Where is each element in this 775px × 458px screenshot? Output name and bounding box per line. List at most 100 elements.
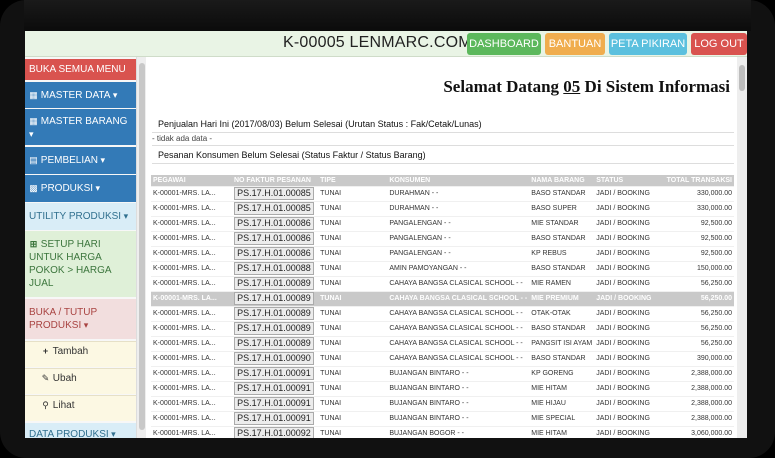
cell-tipe: TUNAI — [318, 335, 388, 351]
sidebar-item-produksi[interactable]: ▩ PRODUKSI — [25, 175, 136, 202]
cell-no-faktur: PS.17.H.01.00089 — [231, 305, 319, 321]
data-produksi-label: DATA PRODUKSI — [29, 429, 116, 438]
screen: K-00005 LENMARC.COM DASHBOARD BANTUAN PE… — [25, 31, 747, 438]
cell-tipe: TUNAI — [318, 275, 388, 291]
peta-pikiran-button[interactable]: PETA PIKIRAN — [609, 33, 687, 55]
sidebar-item-setup-hari[interactable]: ⊞ SETUP HARI UNTUK HARGA POKOK > HARGA J… — [25, 231, 136, 297]
faktur-button[interactable]: PS.17.H.01.00086 — [233, 217, 314, 230]
cell-pegawai: K-00001-MRS. LA... — [151, 245, 232, 261]
main-scrollbar-thumb[interactable] — [739, 65, 745, 91]
cell-total: 56,250.00 — [661, 320, 734, 336]
divider — [152, 145, 734, 146]
cell-tipe: TUNAI — [318, 230, 388, 246]
sidebar-item-data-produksi[interactable]: DATA PRODUKSI — [25, 423, 136, 438]
cell-konsumen: BUJANGAN BINTARO - - — [387, 410, 530, 426]
top-bar: K-00005 LENMARC.COM DASHBOARD BANTUAN PE… — [25, 31, 747, 57]
cell-no-faktur: PS.17.H.01.00085 — [231, 185, 319, 201]
cell-tipe: TUNAI — [318, 410, 388, 426]
faktur-button[interactable]: PS.17.H.01.00089 — [233, 322, 314, 335]
cell-status: JADI / BOOKING — [594, 365, 662, 381]
cell-total: 330,000.00 — [661, 185, 734, 201]
cell-tipe: TUNAI — [318, 290, 388, 306]
cell-no-faktur: PS.17.H.01.00091 — [231, 410, 319, 426]
logout-button[interactable]: LOG OUT — [691, 33, 747, 55]
faktur-button[interactable]: PS.17.H.01.00091 — [233, 382, 314, 395]
sidebar-item-pembelian[interactable]: ▤ PEMBELIAN — [25, 147, 136, 174]
faktur-button[interactable]: PS.17.H.01.00091 — [233, 367, 314, 380]
faktur-button[interactable]: PS.17.H.01.00089 — [233, 277, 314, 290]
table-row: K-00001-MRS. LA... PS.17.H.01.00085 TUNAI D… — [151, 200, 734, 216]
cell-total: 56,250.00 — [661, 290, 734, 306]
cell-tipe: TUNAI — [318, 350, 388, 366]
device-bezel — [24, 0, 751, 31]
ubah-label: Ubah — [52, 373, 77, 384]
cell-status: JADI / BOOKING — [594, 260, 662, 276]
faktur-button[interactable]: PS.17.H.01.00086 — [233, 247, 314, 260]
cell-status: JADI / BOOKING — [594, 395, 662, 411]
cell-konsumen: BUJANGAN BINTARO - - — [387, 395, 530, 411]
cell-konsumen: PANGALENGAN - - — [387, 215, 530, 231]
search-icon: ⚲ — [42, 400, 49, 410]
chevron-down-icon — [29, 128, 132, 141]
table-row: K-00001-MRS. LA... PS.17.H.01.00089 TUNAI C… — [151, 320, 734, 336]
cell-konsumen: BUJANGAN BINTARO - - — [387, 365, 530, 381]
sidebar-item-master-data[interactable]: ▦ MASTER DATA — [25, 82, 136, 108]
cell-no-faktur: PS.17.H.01.00089 — [231, 290, 319, 306]
col-nama-barang: NAMA BARANG — [529, 175, 595, 186]
sidebar-item-buka-tutup-produksi[interactable]: BUKA / TUTUP PRODUKSI — [25, 299, 136, 339]
faktur-button[interactable]: PS.17.H.01.00089 — [233, 307, 314, 320]
cell-nama-barang: PANGSIT ISI AYAM — [529, 335, 595, 351]
sidebar-item-utility-produksi[interactable]: UTILITY PRODUKSI — [25, 203, 136, 230]
cell-pegawai: K-00001-MRS. LA... — [151, 200, 232, 216]
table-row: K-00001-MRS. LA... PS.17.H.01.00089 TUNAI C… — [151, 275, 734, 291]
cell-pegawai: K-00001-MRS. LA... — [151, 305, 232, 321]
cell-status: JADI / BOOKING — [594, 335, 662, 351]
sidebar-sub-tambah[interactable]: + Tambah — [25, 341, 136, 367]
cell-no-faktur: PS.17.H.01.00090 — [231, 350, 319, 366]
faktur-button[interactable]: PS.17.H.01.00090 — [233, 352, 314, 365]
cell-pegawai: K-00001-MRS. LA... — [151, 185, 232, 201]
cell-konsumen: PANGALENGAN - - — [387, 245, 530, 261]
faktur-button[interactable]: PS.17.H.01.00089 — [233, 337, 314, 350]
faktur-button[interactable]: PS.17.H.01.00088 — [233, 262, 314, 275]
sidebar-scrollbar[interactable] — [136, 57, 146, 438]
cell-status: JADI / BOOKING — [594, 320, 662, 336]
col-no-faktur: NO FAKTUR PESANAN — [231, 175, 319, 186]
cell-pegawai: K-00001-MRS. LA... — [151, 350, 232, 366]
cell-no-faktur: PS.17.H.01.00085 — [231, 200, 319, 216]
cell-status: JADI / BOOKING — [594, 275, 662, 291]
faktur-button[interactable]: PS.17.H.01.00089 — [233, 292, 314, 305]
sidebar-sub-ubah[interactable]: ✎ Ubah — [25, 368, 136, 394]
cell-pegawai: K-00001-MRS. LA... — [151, 260, 232, 276]
table-header-row: PEGAWAI NO FAKTUR PESANAN TIPE KONSUMEN … — [151, 175, 734, 186]
col-status: STATUS — [594, 175, 662, 186]
bantuan-button[interactable]: BANTUAN — [545, 33, 605, 55]
sidebar-scrollbar-thumb[interactable] — [139, 63, 145, 430]
faktur-button[interactable]: PS.17.H.01.00086 — [233, 232, 314, 245]
faktur-button[interactable]: PS.17.H.01.00092 — [233, 427, 314, 438]
cell-tipe: TUNAI — [318, 395, 388, 411]
sidebar-sub-lihat[interactable]: ⚲ Lihat — [25, 395, 136, 421]
faktur-button[interactable]: PS.17.H.01.00085 — [233, 187, 314, 200]
cell-tipe: TUNAI — [318, 320, 388, 336]
cell-nama-barang: BASO STANDAR — [529, 230, 595, 246]
table-row: K-00001-MRS. LA... PS.17.H.01.00090 TUNAI C… — [151, 350, 734, 366]
cell-pegawai: K-00001-MRS. LA... — [151, 380, 232, 396]
cell-konsumen: CAHAYA BANGSA CLASICAL SCHOOL - - — [387, 320, 530, 336]
cell-status: JADI / BOOKING — [594, 230, 662, 246]
sidebar-item-master-barang[interactable]: ▦ MASTER BARANG — [25, 109, 136, 145]
cell-total: 92,500.00 — [661, 230, 734, 246]
cell-konsumen: CAHAYA BANGSA CLASICAL SCHOOL - - — [387, 290, 530, 306]
table-row: K-00001-MRS. LA... PS.17.H.01.00091 TUNAI B… — [151, 380, 734, 396]
cell-nama-barang: MIE SPECIAL — [529, 410, 595, 426]
main-scrollbar[interactable] — [737, 57, 747, 438]
faktur-button[interactable]: PS.17.H.01.00091 — [233, 412, 314, 425]
cell-no-faktur: PS.17.H.01.00091 — [231, 395, 319, 411]
col-tipe: TIPE — [318, 175, 388, 186]
faktur-button[interactable]: PS.17.H.01.00085 — [233, 202, 314, 215]
dashboard-button[interactable]: DASHBOARD — [467, 33, 541, 55]
buka-semua-menu-button[interactable]: BUKA SEMUA MENU — [25, 59, 136, 80]
faktur-button[interactable]: PS.17.H.01.00091 — [233, 397, 314, 410]
cell-status: JADI / BOOKING — [594, 350, 662, 366]
cell-nama-barang: BASO SUPER — [529, 200, 595, 216]
